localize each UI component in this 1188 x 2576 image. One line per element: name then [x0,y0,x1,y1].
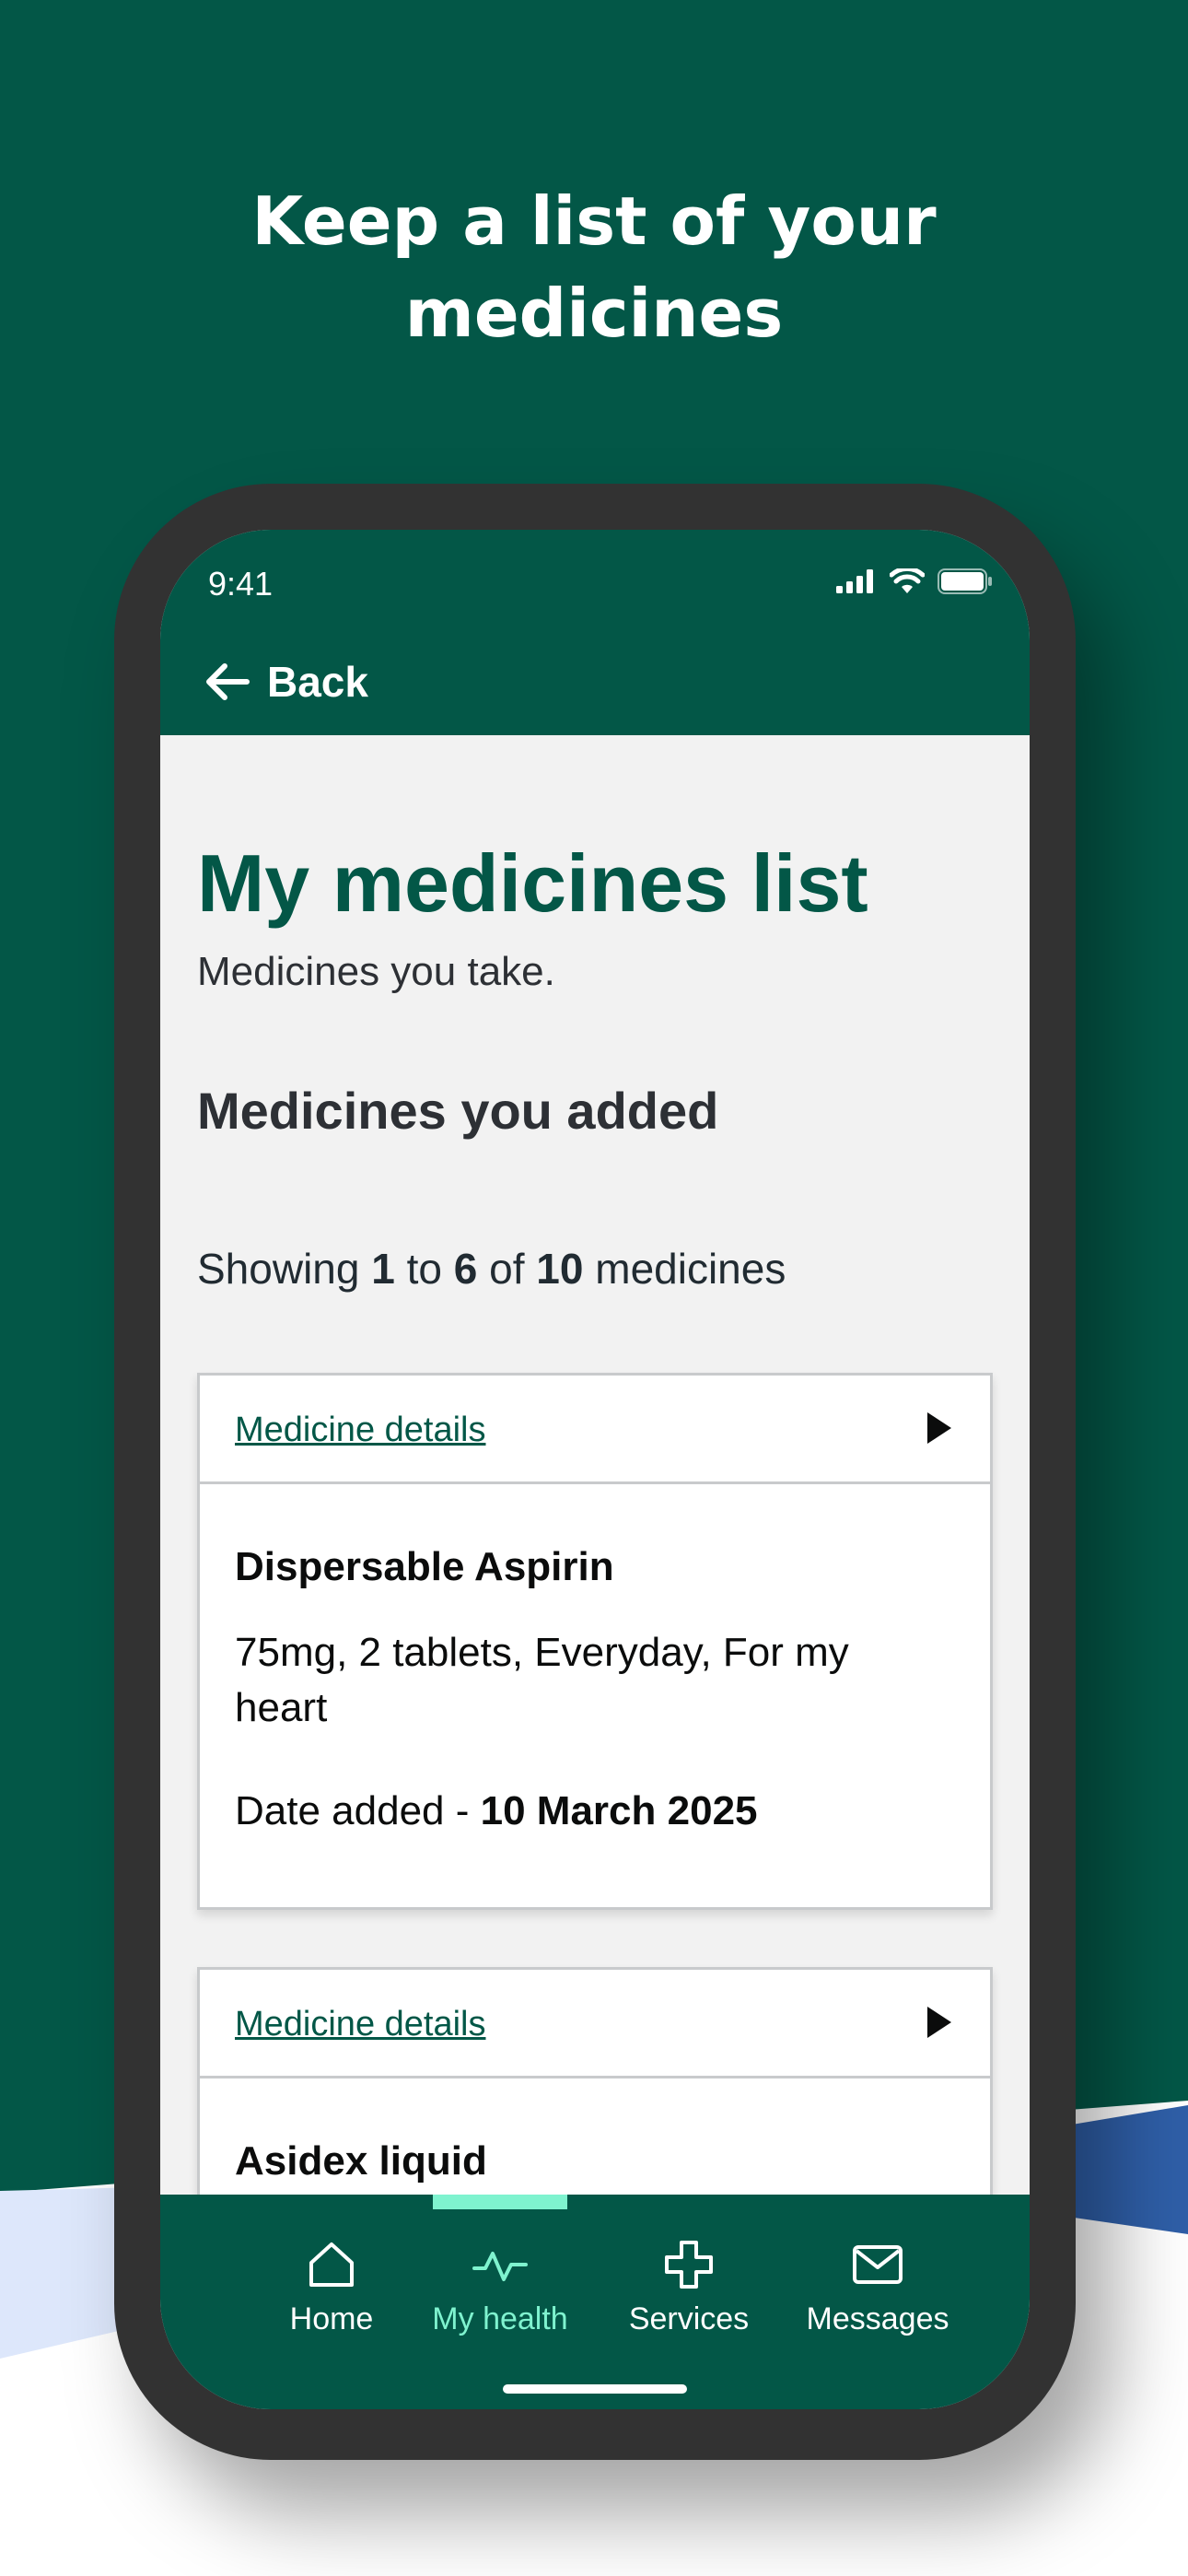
medicine-card-body: Asidex liquid [200,2078,990,2184]
medicine-details-link[interactable]: Medicine details [235,2005,485,2044]
status-icons [836,568,993,594]
medicine-description: 75mg, 2 tablets, Everyday, For my heart [235,1630,849,1730]
medicine-card: Medicine details Dispersable Aspirin 75m… [197,1373,993,1910]
bottom-tab-bar: Home My health Services Messages [160,2195,1030,2409]
section-title: Medicines you added [197,1082,719,1140]
triangle-right-icon [927,1412,951,1444]
tab-my-health-label: My health [432,2301,568,2336]
showing-prefix: Showing [197,1245,360,1293]
showing-total: 10 [536,1245,584,1293]
tab-home[interactable]: Home [239,2239,424,2337]
showing-to: 6 [453,1245,478,1293]
promo-headline-line2: medicines [404,275,784,352]
medicine-card-body: Dispersable Aspirin 75mg, 2 tablets, Eve… [200,1484,990,1834]
phone-frame: 9:41 Back My medicines list Medicines yo… [114,484,1076,2460]
tab-services-label: Services [628,2301,750,2336]
page-title: My medicines list [197,837,868,929]
tab-home-label: Home [289,2301,374,2336]
pagination-summary: Showing 1 to 6 of 10 medicines [197,1244,786,1294]
promo-headline-line1: Keep a list of your [251,182,937,260]
wifi-icon [890,568,925,593]
phone-screen: 9:41 Back My medicines list Medicines yo… [160,530,1030,2409]
medicine-card-header[interactable]: Medicine details [200,1970,990,2078]
plus-cross-icon [665,2241,713,2289]
medicine-name: Dispersable Aspirin [235,1544,614,1589]
showing-of-word: of [489,1245,525,1293]
tab-my-health[interactable]: My health [408,2239,592,2337]
medicine-card-header[interactable]: Medicine details [200,1376,990,1484]
date-added-value: 10 March 2025 [480,1788,758,1833]
showing-from: 1 [371,1245,395,1293]
showing-to-word: to [406,1245,442,1293]
medicine-date-added: Date added - 10 March 2025 [235,1788,955,1834]
medicine-details-link[interactable]: Medicine details [235,1411,485,1450]
battery-icon [938,568,992,594]
pulse-icon [472,2252,528,2281]
date-added-label: Date added - [235,1788,470,1833]
page-subtitle: Medicines you take. [197,949,555,994]
tab-messages-label: Messages [806,2301,949,2336]
promo-headline: Keep a list of your medicines [0,175,1188,359]
app-header: 9:41 Back [160,530,1030,735]
status-time: 9:41 [208,565,274,603]
arrow-left-icon [206,663,250,700]
back-label: Back [267,658,368,706]
tab-messages[interactable]: Messages [786,2239,970,2337]
home-icon [309,2242,354,2287]
envelope-icon [853,2245,903,2284]
showing-suffix: medicines [595,1245,786,1293]
home-indicator[interactable] [503,2384,687,2394]
active-tab-indicator [433,2195,567,2209]
back-button[interactable]: Back [204,657,368,707]
triangle-right-icon [927,2007,951,2038]
signal-icon [836,569,873,593]
medicine-name: Asidex liquid [235,2138,487,2184]
tab-services[interactable]: Services [597,2239,781,2337]
